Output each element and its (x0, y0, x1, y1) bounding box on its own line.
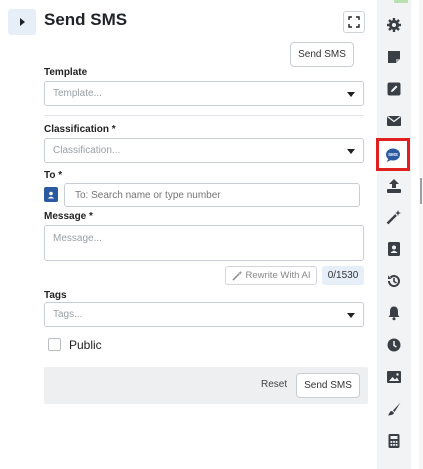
send-sms-button[interactable]: Send SMS (290, 42, 354, 67)
character-counter: 0/1530 (322, 266, 364, 285)
upload-icon (387, 179, 401, 193)
scrollbar-thumb[interactable] (420, 178, 422, 204)
send-sms-submit-button[interactable]: Send SMS (296, 373, 360, 398)
sidebar-item-calculator[interactable] (377, 427, 411, 455)
sidebar-item-contacts[interactable] (377, 235, 411, 263)
rewrite-label: Rewrite With AI (245, 270, 311, 281)
sidebar-item-design[interactable] (377, 395, 411, 423)
tags-placeholder: Tags... (53, 309, 83, 320)
divider (44, 115, 364, 116)
message-textarea[interactable]: Message... (44, 225, 364, 261)
sidebar-item-schedule[interactable] (377, 331, 411, 359)
sidebar-item-ai[interactable] (377, 203, 411, 231)
tags-select[interactable]: Tags... (44, 302, 364, 327)
contact-card-icon (388, 242, 400, 256)
caret-right-icon (20, 18, 25, 26)
magic-wand-icon (231, 270, 242, 281)
sidebar-item-notifications[interactable] (377, 299, 411, 327)
magic-wand-icon (386, 210, 401, 225)
collapse-panel-button[interactable] (8, 9, 36, 35)
chevron-down-icon (347, 92, 355, 97)
public-checkbox[interactable] (48, 338, 61, 351)
clock-icon (387, 338, 401, 352)
message-label: Message * (44, 211, 93, 222)
expand-icon (348, 16, 360, 28)
envelope-icon (387, 116, 401, 126)
template-label: Template (44, 67, 88, 78)
rewrite-with-ai-button[interactable]: Rewrite With AI (225, 266, 317, 285)
classification-select[interactable]: Classification... (44, 138, 364, 163)
sidebar-item-sms[interactable]: SMS (376, 138, 410, 171)
classification-label: Classification * (44, 124, 116, 135)
sidebar-item-email[interactable] (377, 107, 411, 135)
chevron-down-icon (347, 149, 355, 154)
sidebar-item-images[interactable] (377, 363, 411, 391)
page-title: Send SMS (44, 10, 128, 29)
chevron-down-icon (347, 313, 355, 318)
reset-button[interactable]: Reset (261, 379, 287, 390)
sidebar-item-upload[interactable] (377, 172, 411, 200)
sidebar-item-notes[interactable] (377, 43, 411, 71)
note-icon (388, 51, 400, 63)
brush-icon (388, 402, 401, 416)
scrollbar[interactable] (419, 0, 423, 469)
sidebar-item-edit[interactable] (377, 75, 411, 103)
message-placeholder: Message... (53, 233, 102, 244)
edit-icon (387, 82, 401, 96)
tags-label: Tags (44, 290, 67, 301)
bell-icon (388, 306, 400, 321)
calculator-icon (388, 434, 400, 448)
gear-icon (387, 18, 401, 32)
sms-icon: SMS (386, 148, 400, 162)
to-label: To * (44, 170, 63, 181)
sidebar-item-history[interactable] (377, 267, 411, 295)
to-search-input[interactable] (64, 183, 360, 207)
public-label: Public (69, 338, 102, 352)
history-icon (387, 275, 400, 288)
contact-book-icon[interactable] (44, 187, 58, 202)
expand-button[interactable] (343, 11, 365, 33)
classification-placeholder: Classification... (53, 145, 121, 156)
sidebar-item-settings[interactable] (377, 11, 411, 39)
template-select[interactable]: Template... (44, 81, 364, 106)
svg-text:SMS: SMS (388, 152, 398, 157)
template-placeholder: Template... (53, 88, 102, 99)
sidebar-indicator (394, 0, 408, 3)
image-icon (387, 371, 401, 383)
